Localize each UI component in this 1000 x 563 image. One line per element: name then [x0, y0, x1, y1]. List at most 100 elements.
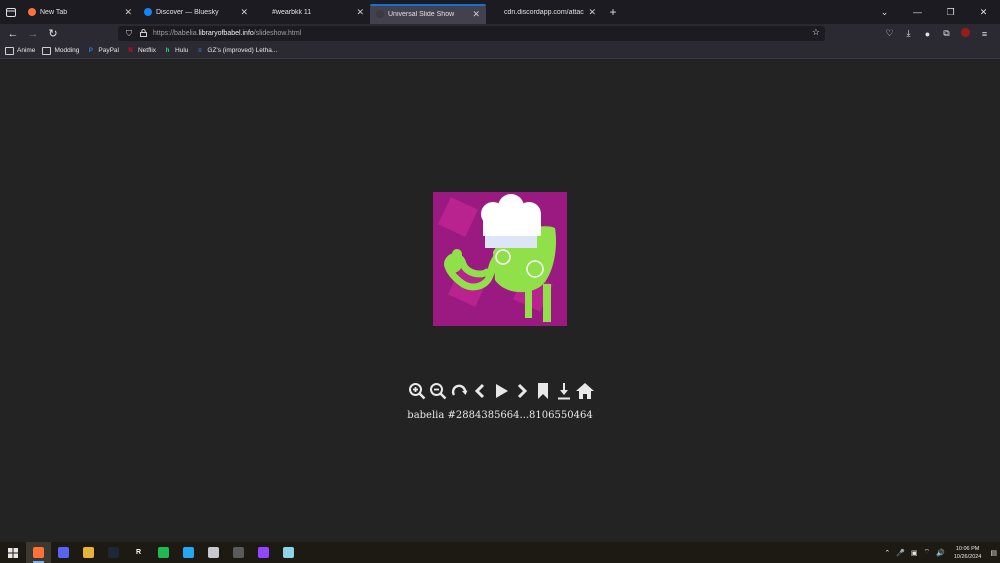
windows-start-icon[interactable] — [0, 547, 26, 558]
tab-0[interactable]: New Tab ✕ — [22, 0, 138, 24]
extensions-icon[interactable]: ⧉ — [937, 28, 956, 39]
address-bar[interactable]: ⛉ https://babelia.libraryofbabel.info/sl… — [118, 26, 825, 41]
tab-title: #wearbkk 11 — [272, 8, 312, 16]
microphone-icon[interactable]: 🎤 — [896, 549, 905, 557]
lock-icon[interactable] — [136, 28, 150, 39]
restore-icon[interactable]: ❐ — [934, 7, 967, 18]
new-tab-button[interactable]: + — [602, 5, 624, 19]
bookmark-label: Modding — [54, 47, 80, 54]
reload-icon[interactable]: ↻ — [43, 24, 63, 43]
paypal-icon: P — [88, 47, 93, 54]
tab-2[interactable]: #wearbkk 11 ✕ — [254, 0, 370, 24]
taskbar-app-vscode[interactable] — [176, 542, 201, 563]
forward-icon[interactable]: → — [23, 24, 43, 43]
taskbar-app-app-8[interactable] — [201, 542, 226, 563]
tab-close-icon[interactable]: ✕ — [588, 7, 596, 18]
bookmark-3[interactable]: N Netflix — [126, 47, 156, 55]
tab-close-icon[interactable]: ✕ — [240, 7, 248, 18]
display-icon[interactable]: ▣ — [911, 549, 918, 557]
bookmark-4[interactable]: h Hulu — [163, 47, 189, 55]
account-icon[interactable]: ● — [918, 29, 937, 39]
zoom-in-icon[interactable] — [406, 381, 427, 402]
netflix-icon: N — [128, 47, 133, 54]
url-text: https://babelia.libraryofbabel.info/slid… — [153, 30, 302, 37]
taskbar-app-spotify[interactable] — [151, 542, 176, 563]
back-icon[interactable]: ← — [3, 24, 23, 43]
taskbar-app-steam[interactable] — [101, 542, 126, 563]
network-icon[interactable]: ⌔ — [924, 548, 931, 557]
tab-list-icon[interactable] — [0, 0, 22, 24]
bookmark-5[interactable]: ≡ GZ's (improved) Letha... — [195, 47, 277, 55]
firefox-icon — [28, 8, 36, 16]
folder-icon — [42, 46, 52, 55]
tab-close-icon[interactable]: ✕ — [472, 9, 480, 20]
taskbar: R ⌃ 🎤 ▣ ⌔ 🔊 10:06 PM 10/26/2024 ▤ — [0, 542, 1000, 563]
clock-time: 10:06 PM — [955, 545, 980, 552]
taskbar-app-discord[interactable] — [51, 542, 76, 563]
rotate-icon[interactable] — [448, 381, 469, 402]
notifications-icon[interactable]: ▤ — [990, 549, 997, 557]
taskbar-app-file-explorer[interactable] — [76, 542, 101, 563]
play-icon[interactable] — [490, 381, 511, 402]
list-all-tabs-icon[interactable]: ⌄ — [868, 7, 901, 18]
file-explorer-icon — [83, 547, 94, 558]
close-window-icon[interactable]: ✕ — [967, 7, 1000, 18]
tab-title: New Tab — [40, 8, 68, 16]
menu-icon[interactable]: ≡ — [975, 29, 994, 39]
clock-date: 10/26/2024 — [953, 553, 982, 560]
bookmark-label: Hulu — [175, 47, 189, 54]
system-tray: ⌃ 🎤 ▣ ⌔ 🔊 10:06 PM 10/26/2024 ▤ — [881, 542, 1000, 563]
bookmark-1[interactable]: Modding — [42, 46, 80, 55]
tab-4[interactable]: cdn.discordapp.com/attachments/1 ✕ — [486, 0, 602, 24]
tab-title: Universal Slide Show — [388, 10, 455, 18]
bookmark-0[interactable]: Anime — [5, 46, 36, 55]
bookmark-2[interactable]: P PayPal — [86, 47, 119, 55]
tab-icon — [376, 10, 384, 18]
discord-icon — [58, 547, 69, 558]
bookmark-icon[interactable] — [532, 381, 553, 402]
bookmark-label: Netflix — [137, 47, 157, 54]
taskbar-app-r-app[interactable]: R — [126, 542, 151, 563]
vscode-icon — [183, 547, 194, 558]
zoom-out-icon[interactable] — [427, 381, 448, 402]
taskbar-app-app-10[interactable] — [251, 542, 276, 563]
next-icon[interactable] — [511, 381, 532, 402]
show-hidden-icons[interactable]: ⌃ — [884, 549, 890, 557]
folder-icon — [5, 46, 14, 55]
bluesky-icon — [144, 8, 152, 16]
bookmarks-bar: Anime Modding P PayPal N Netflix h Hulu ≡ GZ's (i… — [0, 43, 1000, 59]
volume-icon[interactable]: 🔊 — [936, 549, 945, 557]
minimize-icon[interactable]: — — [901, 7, 934, 17]
downloads-icon[interactable]: ⤓ — [899, 28, 918, 39]
taskbar-app-firefox[interactable] — [26, 542, 51, 563]
bookmark-star-icon[interactable]: ☆ — [812, 27, 820, 38]
bookmark-label: Anime — [17, 47, 36, 54]
tab-title: cdn.discordapp.com/attachments/1 — [504, 8, 584, 16]
taskbar-app-app-11[interactable] — [276, 542, 301, 563]
tab-1[interactable]: Discover — Bluesky ✕ — [138, 0, 254, 24]
home-icon[interactable] — [574, 381, 595, 402]
tab-title: Discover — Bluesky — [156, 8, 219, 16]
app-8-icon — [208, 547, 219, 558]
ublock-icon[interactable] — [956, 28, 975, 39]
slide-caption: babelia #2884385664...8106550464 — [407, 410, 593, 421]
nav-toolbar: ← → ↻ ⛉ https://babelia.libraryofbabel.i… — [0, 24, 1000, 43]
tab-close-icon[interactable]: ✕ — [124, 7, 132, 18]
toolbar-right-icons: ♡ ⤓ ● ⧉ ≡ — [880, 24, 994, 43]
hulu-icon: h — [165, 47, 170, 54]
pocket-icon[interactable]: ♡ — [880, 28, 899, 39]
tab-close-icon[interactable]: ✕ — [356, 7, 364, 18]
clock[interactable]: 10:06 PM 10/26/2024 — [954, 545, 982, 561]
docs-icon: ≡ — [198, 47, 202, 54]
tab-icon — [260, 8, 268, 16]
window-controls: ⌄ — ❐ ✕ — [868, 0, 1000, 24]
previous-icon[interactable] — [469, 381, 490, 402]
tab-strip: New Tab ✕ Discover — Bluesky ✕ #wearbkk 11 ✕ U… — [0, 0, 1000, 24]
app-10-icon — [258, 547, 269, 558]
steam-icon — [108, 547, 119, 558]
shield-icon[interactable]: ⛉ — [122, 29, 136, 39]
download-icon[interactable] — [553, 381, 574, 402]
tab-3[interactable]: Universal Slide Show ✕ — [370, 4, 486, 24]
bookmark-label: PayPal — [98, 47, 119, 54]
taskbar-app-app-9[interactable] — [226, 542, 251, 563]
